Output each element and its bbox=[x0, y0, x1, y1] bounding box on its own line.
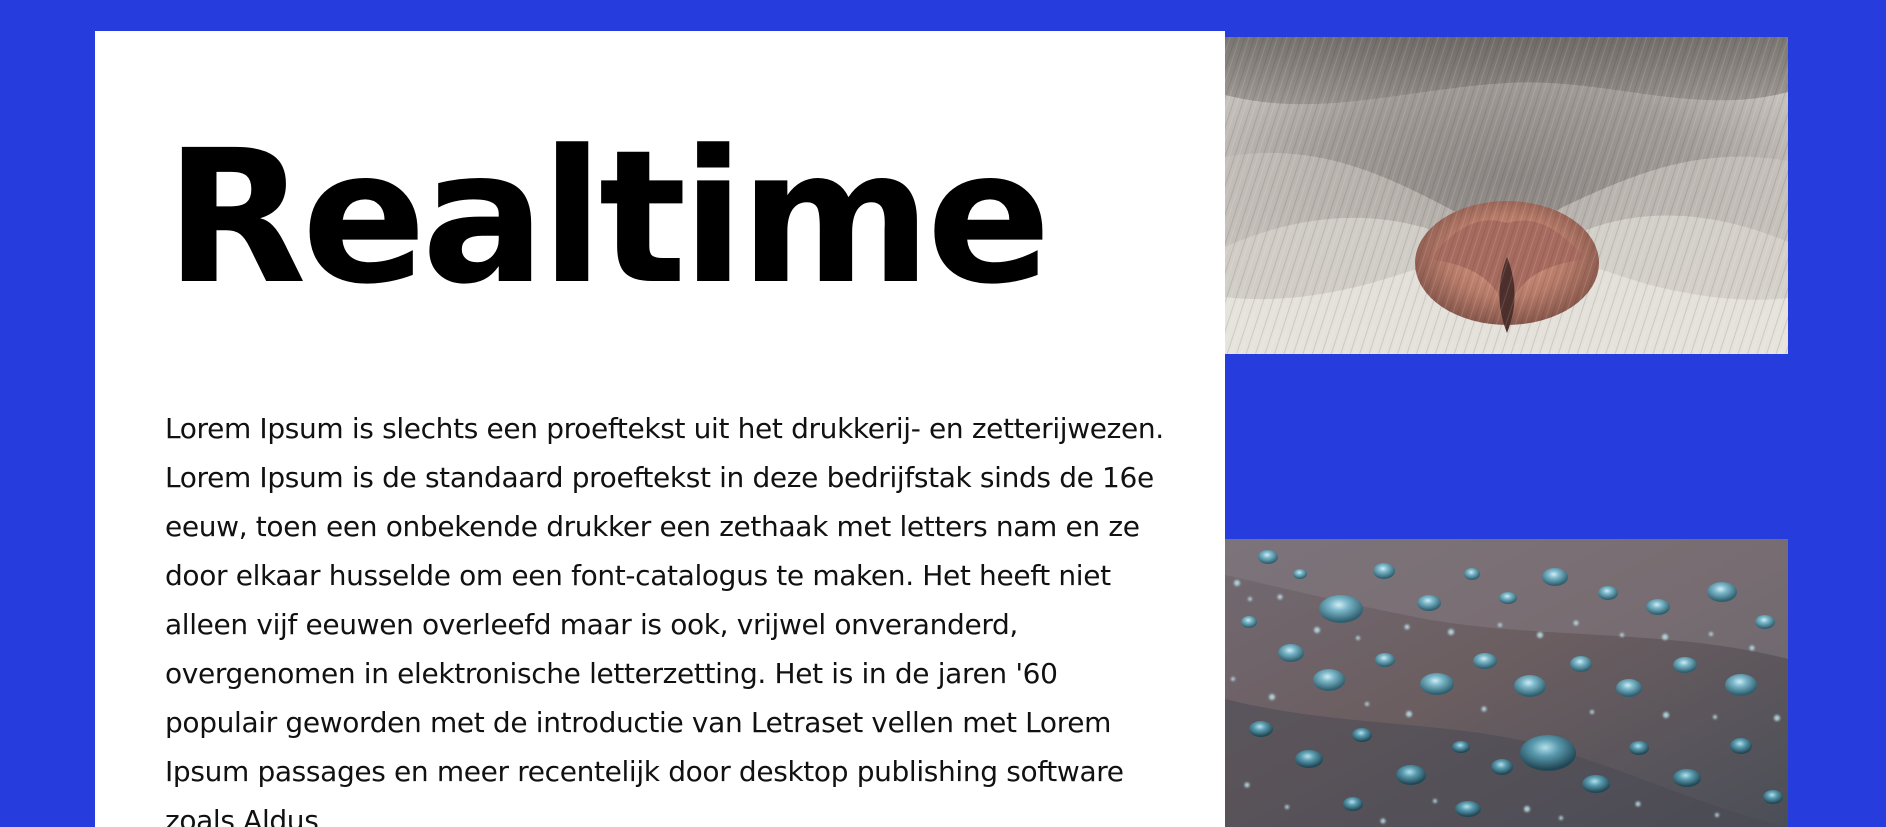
article-card: Realtime Lorem Ipsum is slechts een proe… bbox=[95, 31, 1225, 827]
article-title: Realtime bbox=[165, 111, 1051, 325]
cat-nose-photo bbox=[1225, 37, 1788, 354]
page: { "article": { "title": "Realtime", "bod… bbox=[0, 0, 1886, 827]
water-droplets-photo bbox=[1225, 539, 1788, 827]
article-body: Lorem Ipsum is slechts een proeftekst ui… bbox=[165, 412, 1164, 827]
